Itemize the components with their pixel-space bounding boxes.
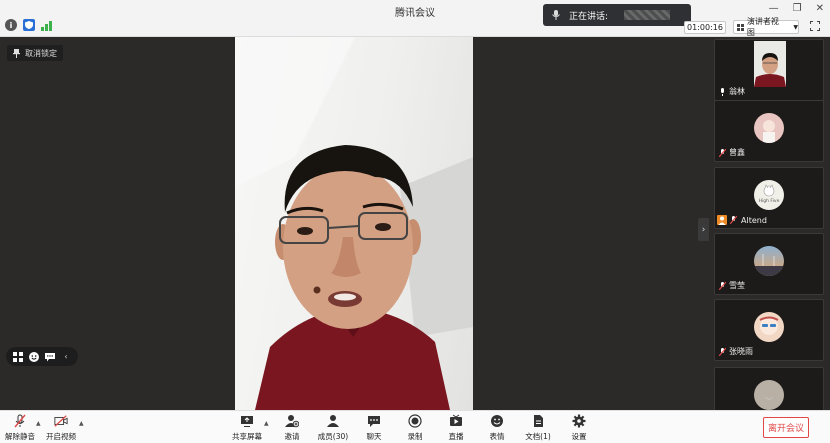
chevron-up-icon[interactable]: ▲ bbox=[79, 420, 84, 427]
chevron-down-icon: ▼ bbox=[793, 23, 798, 31]
unpin-button[interactable]: 取消锁定 bbox=[7, 45, 63, 61]
participant-tile[interactable]: 曾鑫 bbox=[714, 100, 824, 162]
title-bar: i 腾讯会议 正在讲话: — ❐ ✕ 01:00:16 演讲者视图 ▼ bbox=[0, 0, 830, 37]
leave-meeting-button[interactable]: 离开会议 bbox=[763, 417, 809, 438]
chevron-up-icon[interactable]: ▲ bbox=[36, 420, 41, 427]
document-icon bbox=[534, 415, 543, 427]
live-label: 直播 bbox=[448, 432, 464, 441]
mic-muted-icon bbox=[719, 149, 726, 157]
settings-label: 设置 bbox=[571, 432, 587, 441]
mic-muted-icon bbox=[719, 282, 726, 290]
speaker-name-redacted bbox=[624, 10, 671, 20]
share-screen-label: 共享屏幕 bbox=[232, 432, 262, 441]
collapse-left-icon[interactable]: ‹ bbox=[61, 352, 71, 362]
camera-off-icon bbox=[54, 415, 68, 427]
pin-icon bbox=[13, 48, 20, 58]
invite-label: 邀请 bbox=[284, 432, 300, 441]
app-title: 腾讯会议 bbox=[395, 8, 435, 19]
restore-icon[interactable]: ❐ bbox=[793, 3, 802, 14]
mic-muted-icon bbox=[14, 414, 26, 428]
avatar bbox=[754, 312, 784, 342]
members-label: 成员(30) bbox=[317, 432, 349, 441]
window-controls: — ❐ ✕ bbox=[769, 3, 824, 14]
view-mode-label: 演讲者视图 bbox=[746, 17, 779, 37]
reactions-button[interactable]: 表情 bbox=[477, 414, 517, 442]
chat-button[interactable]: 聊天 bbox=[354, 414, 394, 442]
live-button[interactable]: 直播 bbox=[436, 414, 476, 442]
network-signal-icon[interactable] bbox=[41, 19, 53, 31]
invite-button[interactable]: 邀请 bbox=[272, 414, 312, 442]
add-user-icon bbox=[285, 415, 299, 428]
avatar bbox=[754, 246, 784, 276]
emoji-icon[interactable] bbox=[29, 351, 39, 362]
unmute-label: 解除静音 bbox=[5, 432, 35, 441]
avatar bbox=[754, 113, 784, 143]
avatar-text: High Five bbox=[758, 199, 780, 204]
settings-button[interactable]: 设置 bbox=[559, 414, 599, 442]
participant-name: Altend bbox=[741, 216, 767, 225]
live-stream-icon bbox=[450, 414, 462, 426]
fullscreen-icon[interactable] bbox=[809, 20, 821, 32]
participant-camera-thumb bbox=[754, 41, 786, 87]
speaking-label: 正在讲话: bbox=[569, 11, 609, 22]
record-button[interactable]: 录制 bbox=[395, 414, 435, 442]
share-screen-button[interactable]: 共享屏幕 bbox=[227, 414, 267, 442]
participant-panel: ︿ 翁林 曾鑫 High Five Al bbox=[712, 37, 830, 410]
meeting-timer: 01:00:16 bbox=[684, 21, 726, 34]
view-controls: ‹ bbox=[6, 347, 78, 366]
reactions-label: 表情 bbox=[489, 432, 505, 441]
mic-muted-icon bbox=[730, 216, 737, 224]
gear-icon bbox=[572, 414, 586, 428]
participant-name: 雪莹 bbox=[729, 281, 745, 290]
chevron-up-icon[interactable]: ▲ bbox=[264, 420, 269, 427]
participant-tile[interactable]: High Five Altend bbox=[714, 167, 824, 229]
record-icon bbox=[408, 414, 422, 428]
share-screen-icon bbox=[241, 416, 253, 427]
participant-tile[interactable]: 翁林 bbox=[714, 39, 824, 101]
participant-tile[interactable]: 雪莹 bbox=[714, 233, 824, 295]
panel-collapse-icon[interactable]: › bbox=[698, 218, 709, 241]
chat-label: 聊天 bbox=[366, 432, 382, 441]
members-icon bbox=[327, 415, 339, 427]
participant-name: 曾鑫 bbox=[729, 148, 745, 157]
mic-muted-icon bbox=[719, 348, 726, 356]
layout-grid-icon[interactable] bbox=[13, 351, 23, 362]
start-video-button[interactable]: 开启视频 bbox=[41, 414, 81, 442]
start-video-label: 开启视频 bbox=[46, 432, 76, 441]
view-mode-button[interactable]: 演讲者视图 ▼ bbox=[733, 17, 799, 37]
participant-tile[interactable]: 张晓雨 bbox=[714, 299, 824, 361]
minimize-icon[interactable]: — bbox=[769, 3, 779, 14]
members-button[interactable]: 成员(30) bbox=[313, 414, 353, 442]
scroll-down-icon[interactable]: ﹀ bbox=[712, 396, 826, 406]
avatar: High Five bbox=[754, 180, 784, 210]
shield-icon[interactable] bbox=[23, 19, 35, 31]
bottom-toolbar: 解除静音 ▲ 开启视频 ▲ 共享屏幕 ▲ 邀请 成员(30) 聊天 录制 直播 … bbox=[0, 410, 830, 443]
info-icon[interactable]: i bbox=[5, 19, 17, 31]
smile-icon bbox=[491, 415, 503, 427]
status-icons: i bbox=[5, 19, 53, 31]
speaking-indicator: 正在讲话: bbox=[543, 4, 691, 26]
chat-bubble-icon[interactable] bbox=[45, 352, 55, 362]
docs-button[interactable]: 文档(1) bbox=[518, 414, 558, 442]
person-orange-icon bbox=[717, 215, 727, 225]
speaker-video-frame bbox=[235, 37, 473, 410]
unpin-label: 取消锁定 bbox=[25, 48, 57, 58]
chat-icon bbox=[368, 416, 380, 427]
participant-name: 张晓雨 bbox=[729, 347, 753, 356]
mic-icon bbox=[721, 88, 724, 96]
participant-name: 翁林 bbox=[729, 87, 745, 96]
unmute-button[interactable]: 解除静音 bbox=[0, 414, 40, 442]
grid-icon bbox=[737, 23, 744, 31]
close-icon[interactable]: ✕ bbox=[816, 3, 824, 14]
speaker-video bbox=[235, 37, 473, 410]
record-label: 录制 bbox=[407, 432, 423, 441]
speaker-mic-icon bbox=[552, 10, 560, 20]
docs-label: 文档(1) bbox=[525, 432, 551, 441]
